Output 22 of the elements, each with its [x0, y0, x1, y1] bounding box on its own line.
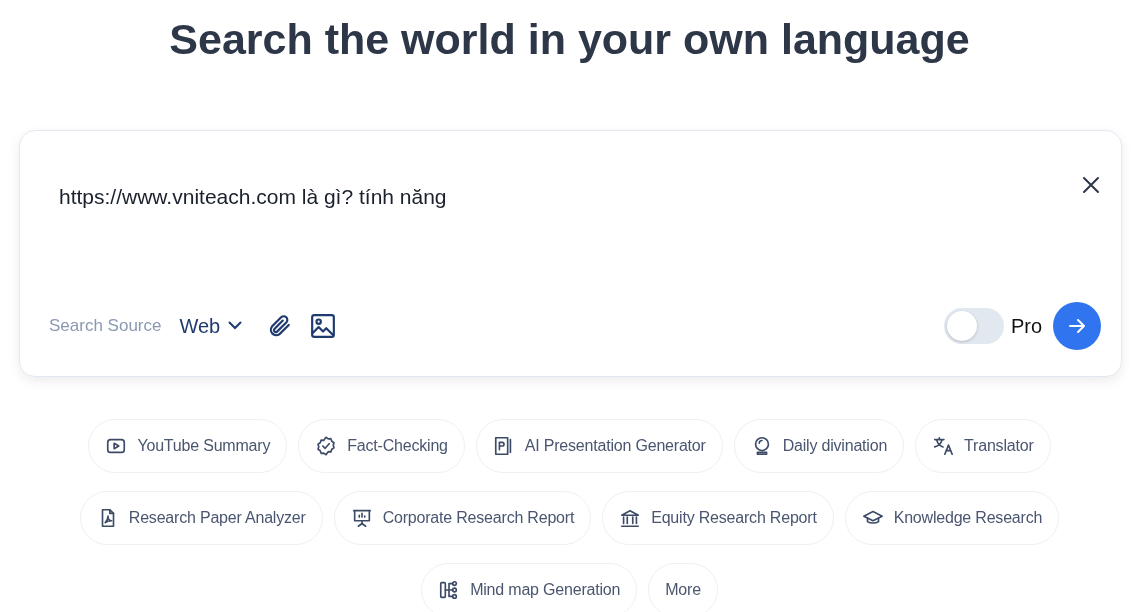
badge-check-icon: [315, 434, 338, 457]
pro-label: Pro: [1010, 313, 1042, 339]
tool-chip[interactable]: Corporate Research Report: [333, 490, 592, 545]
tool-chip[interactable]: Fact-Checking: [298, 418, 465, 473]
search-source-label: Search Source: [49, 314, 162, 337]
chevron-down-icon: [228, 321, 243, 331]
tool-chip[interactable]: Equity Research Report: [602, 490, 834, 545]
tool-chip[interactable]: AI Presentation Generator: [475, 418, 723, 473]
query-text[interactable]: https://www.vniteach.com là gì? tính năng: [59, 180, 447, 213]
tool-chip[interactable]: Research Paper Analyzer: [79, 490, 323, 545]
tool-chip[interactable]: YouTube Summary: [88, 418, 288, 473]
source-dropdown[interactable]: Web: [179, 310, 243, 341]
tool-chip[interactable]: Mind map Generation: [421, 562, 638, 612]
tool-chip[interactable]: Daily divination: [733, 418, 905, 473]
tool-chip[interactable]: Knowledge Research: [844, 490, 1060, 545]
pro-toggle[interactable]: [943, 307, 1004, 344]
more-chip[interactable]: More: [648, 562, 718, 612]
translate-icon: [932, 434, 955, 457]
tool-chip[interactable]: Translator: [915, 418, 1051, 473]
submit-button[interactable]: [1053, 301, 1101, 350]
page-heading: Search the world in your own language: [168, 14, 971, 65]
image-icon[interactable]: [310, 312, 337, 339]
